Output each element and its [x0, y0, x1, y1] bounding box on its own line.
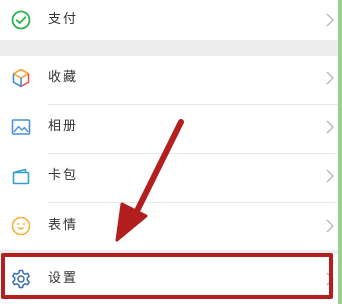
divider — [48, 104, 338, 105]
cube-icon — [12, 68, 30, 88]
chevron-right-icon — [326, 13, 334, 27]
menu-item-favorites[interactable]: 收藏 — [0, 58, 338, 98]
divider — [48, 202, 338, 203]
menu-group-pay: 支付 — [0, 0, 338, 40]
menu-item-label: 相册 — [48, 119, 79, 134]
wechat-pay-icon — [11, 10, 31, 30]
wallet-icon — [12, 168, 30, 185]
menu-item-pay[interactable]: 支付 — [0, 0, 338, 40]
menu-item-label: 支付 — [48, 12, 79, 27]
menu-item-label: 卡包 — [48, 168, 79, 183]
smiley-icon — [11, 216, 31, 236]
menu-group-main: 收藏 相册 卡包 表情 — [0, 56, 338, 250]
divider — [48, 153, 338, 154]
chevron-right-icon — [326, 71, 334, 85]
chevron-right-icon — [326, 219, 334, 233]
screen-edge — [338, 0, 342, 304]
menu-item-cards[interactable]: 卡包 — [0, 156, 338, 196]
menu-item-album[interactable]: 相册 — [0, 107, 338, 147]
picture-icon — [11, 119, 31, 135]
me-page-menu: 支付 收藏 相册 卡包 表情 设置 — [0, 0, 342, 304]
menu-item-label: 收藏 — [48, 70, 79, 85]
menu-item-stickers[interactable]: 表情 — [0, 206, 338, 246]
menu-item-label: 表情 — [48, 218, 79, 233]
settings-highlight-box — [1, 253, 333, 299]
chevron-right-icon — [326, 120, 334, 134]
chevron-right-icon — [326, 169, 334, 183]
